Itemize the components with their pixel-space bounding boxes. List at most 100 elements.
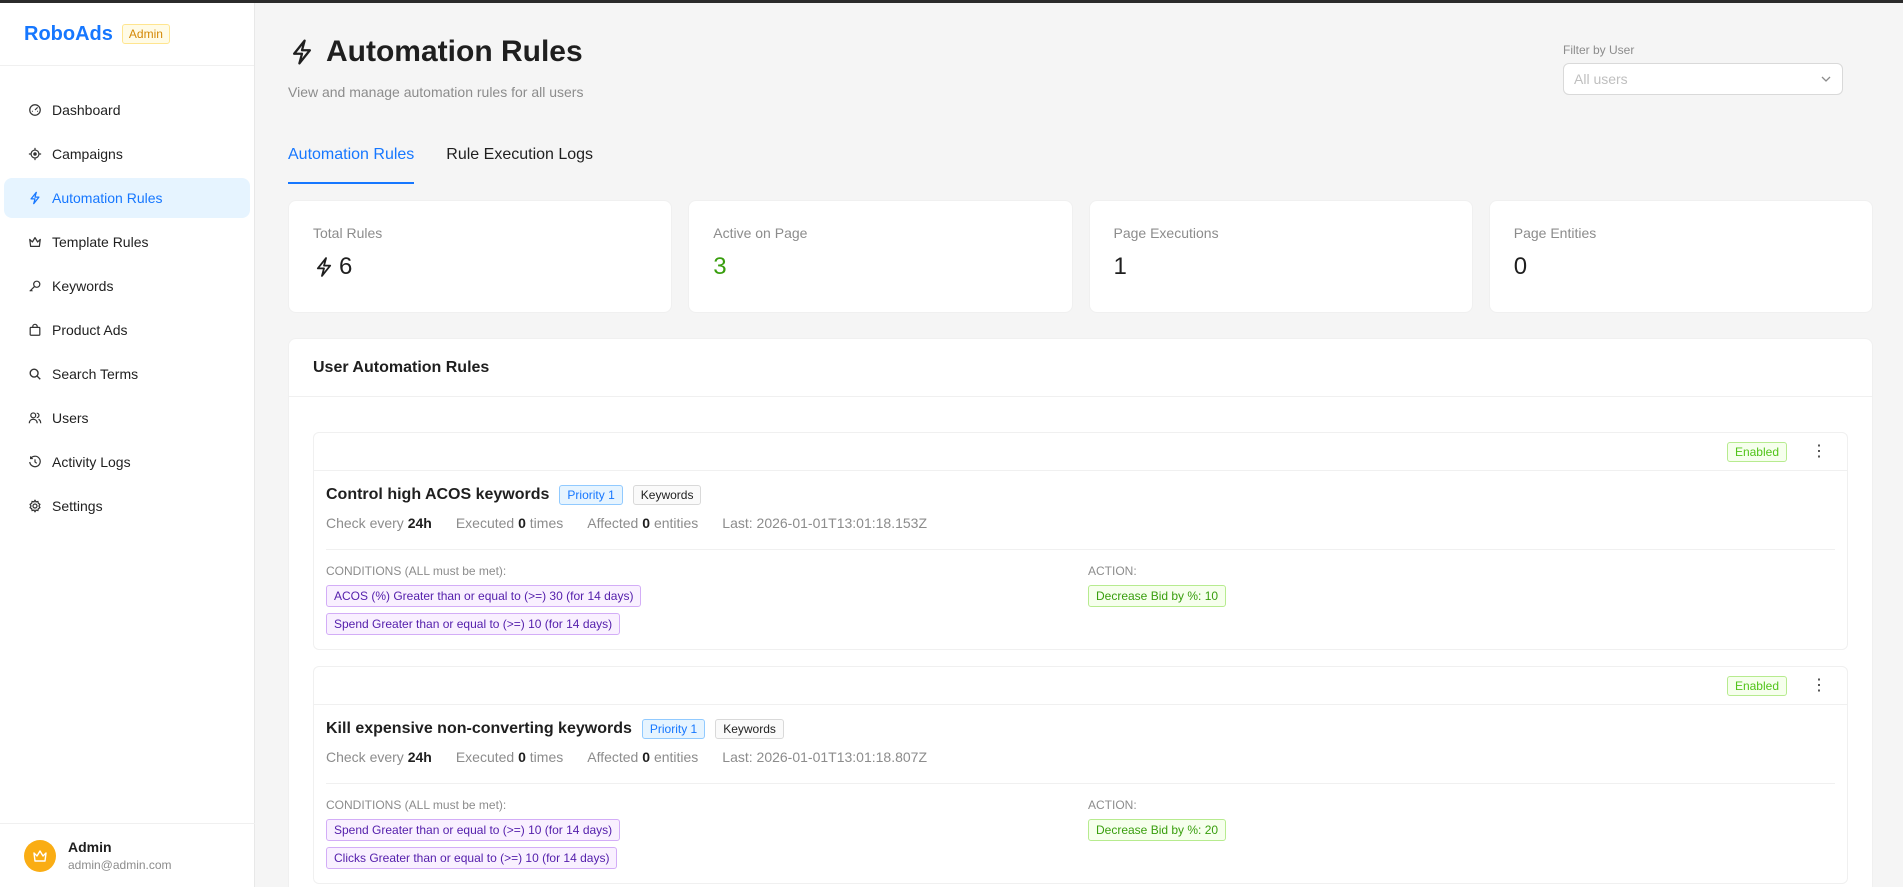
more-menu-icon[interactable]: ⋮ <box>1811 677 1827 694</box>
stat-label: Active on Page <box>713 225 808 241</box>
sidebar-item-template-rules[interactable]: Template Rules <box>4 222 250 262</box>
user-filter: Filter by User All users <box>1563 43 1843 95</box>
page-subtitle: View and manage automation rules for all… <box>288 84 584 100</box>
last-run: Last: 2026-01-01T13:01:18.807Z <box>722 749 927 765</box>
user-email: admin@admin.com <box>68 858 172 872</box>
sidebar-item-automation-rules[interactable]: Automation Rules <box>4 178 250 218</box>
rule-card: Enabled ⋮ Kill expensive non-converting … <box>313 666 1848 884</box>
check-interval: Check every 24h <box>326 515 432 531</box>
panel-title: User Automation Rules <box>289 339 1872 397</box>
divider <box>326 783 1835 784</box>
admin-badge: Admin <box>121 24 170 44</box>
rule-title: Control high ACOS keywords <box>326 486 550 503</box>
sidebar-item-users[interactable]: Users <box>4 398 250 438</box>
users-icon <box>28 411 42 425</box>
history-icon <box>28 455 42 469</box>
stat-value: 0 <box>1513 253 1528 280</box>
lightning-icon <box>28 191 42 205</box>
stat-value: 3 <box>713 253 727 280</box>
condition-tag: Spend Greater than or equal to (>=) 10 (… <box>326 819 621 841</box>
sidebar-item-settings[interactable]: Settings <box>4 486 250 526</box>
user-rules-panel: User Automation Rules Enabled ⋮ Control … <box>288 338 1873 887</box>
condition-tag: Spend Greater than or equal to (>=) 10 (… <box>326 613 621 635</box>
user-filter-select[interactable]: All users <box>1563 63 1843 95</box>
tab-rule-execution-logs[interactable]: Rule Execution Logs <box>446 136 593 184</box>
sidebar-item-label: Keywords <box>52 278 114 294</box>
crown-icon <box>28 235 42 249</box>
lightning-icon <box>292 39 312 65</box>
last-run: Last: 2026-01-01T13:01:18.153Z <box>722 515 927 531</box>
action-label: ACTION: <box>1088 798 1137 812</box>
affected-count: Affected 0 entities <box>587 749 699 765</box>
divider <box>326 549 1835 550</box>
sidebar-item-label: Automation Rules <box>52 190 163 206</box>
sidebar-item-keywords[interactable]: Keywords <box>4 266 250 306</box>
tab-automation-rules[interactable]: Automation Rules <box>288 136 415 184</box>
filter-label: Filter by User <box>1563 43 1635 57</box>
stat-page-entities: Page Entities 0 <box>1488 200 1873 313</box>
condition-tag: ACOS (%) Greater than or equal to (>=) 3… <box>326 585 642 607</box>
stat-total-rules: Total Rules 6 <box>288 200 673 313</box>
lightning-icon <box>316 257 332 277</box>
rule-title: Kill expensive non-converting keywords <box>326 720 632 737</box>
action: ACTION: Decrease Bid by %: 10 <box>1088 564 1227 641</box>
sidebar-item-label: Users <box>52 410 89 426</box>
main-content: Automation Rules View and manage automat… <box>288 3 1873 887</box>
priority-badge: Priority 1 <box>559 485 623 505</box>
stat-label: Total Rules <box>313 225 383 241</box>
user-profile[interactable]: Admin admin@admin.com <box>0 823 255 887</box>
shopping-icon <box>28 323 42 337</box>
rule-meta: Check every 24h Executed 0 times Affecte… <box>326 749 1835 765</box>
action-tag: Decrease Bid by %: 20 <box>1088 819 1227 841</box>
action: ACTION: Decrease Bid by %: 20 <box>1088 798 1227 875</box>
brand: RoboAds Admin <box>0 3 254 66</box>
conditions: CONDITIONS (ALL must be met): Spend Grea… <box>326 798 1088 875</box>
sidebar-item-activity-logs[interactable]: Activity Logs <box>4 442 250 482</box>
stat-value: 1 <box>1113 253 1127 280</box>
affected-count: Affected 0 entities <box>587 515 699 531</box>
chevron-down-icon <box>1821 76 1831 82</box>
sidebar-nav: Dashboard Campaigns Automation Rules Tem… <box>0 66 254 526</box>
rule-type-badge: Keywords <box>715 719 784 739</box>
rules-list: Enabled ⋮ Control high ACOS keywords Pri… <box>289 397 1872 884</box>
conditions-label: CONDITIONS (ALL must be met): <box>326 798 507 812</box>
page-title-text: Automation Rules <box>326 35 583 68</box>
sidebar-item-dashboard[interactable]: Dashboard <box>4 90 250 130</box>
stat-value: 6 <box>339 253 353 280</box>
sidebar-item-label: Campaigns <box>52 146 123 162</box>
condition-tag: Clicks Greater than or equal to (>=) 10 … <box>326 847 618 869</box>
more-menu-icon[interactable]: ⋮ <box>1811 443 1827 460</box>
rule-type-badge: Keywords <box>632 485 702 505</box>
priority-badge: Priority 1 <box>641 719 706 739</box>
check-interval: Check every 24h <box>326 749 432 765</box>
target-icon <box>28 147 42 161</box>
conditions: CONDITIONS (ALL must be met): ACOS (%) G… <box>326 564 1088 641</box>
key-icon <box>28 279 42 293</box>
page-title: Automation Rules <box>288 35 583 69</box>
stat-active-on-page: Active on Page 3 <box>688 200 1073 313</box>
sidebar-item-campaigns[interactable]: Campaigns <box>4 134 250 174</box>
status-badge: Enabled <box>1726 675 1787 696</box>
sidebar-item-label: Activity Logs <box>52 454 131 470</box>
tabs: Automation Rules Rule Execution Logs <box>288 136 1873 186</box>
rule-card: Enabled ⋮ Control high ACOS keywords Pri… <box>313 432 1848 650</box>
sidebar-item-product-ads[interactable]: Product Ads <box>4 310 250 350</box>
sidebar-item-label: Template Rules <box>52 234 149 250</box>
stats-row: Total Rules 6 Active on Page 3 Page Exec… <box>288 200 1873 313</box>
brand-logo-text[interactable]: RoboAds <box>24 23 113 46</box>
stat-label: Page Entities <box>1513 225 1597 241</box>
executed-count: Executed 0 times <box>455 749 564 765</box>
crown-icon <box>33 849 47 862</box>
sidebar-item-label: Search Terms <box>52 366 139 382</box>
conditions-label: CONDITIONS (ALL must be met): <box>326 564 507 578</box>
gear-icon <box>28 499 42 513</box>
sidebar-item-label: Settings <box>52 498 103 514</box>
status-badge: Enabled <box>1726 441 1787 462</box>
action-tag: Decrease Bid by %: 10 <box>1088 585 1227 607</box>
sidebar-item-label: Product Ads <box>52 322 128 338</box>
filter-placeholder: All users <box>1574 71 1628 87</box>
user-name: Admin <box>68 839 112 855</box>
stat-page-executions: Page Executions 1 <box>1088 200 1473 313</box>
sidebar-item-search-terms[interactable]: Search Terms <box>4 354 250 394</box>
avatar <box>24 839 56 872</box>
